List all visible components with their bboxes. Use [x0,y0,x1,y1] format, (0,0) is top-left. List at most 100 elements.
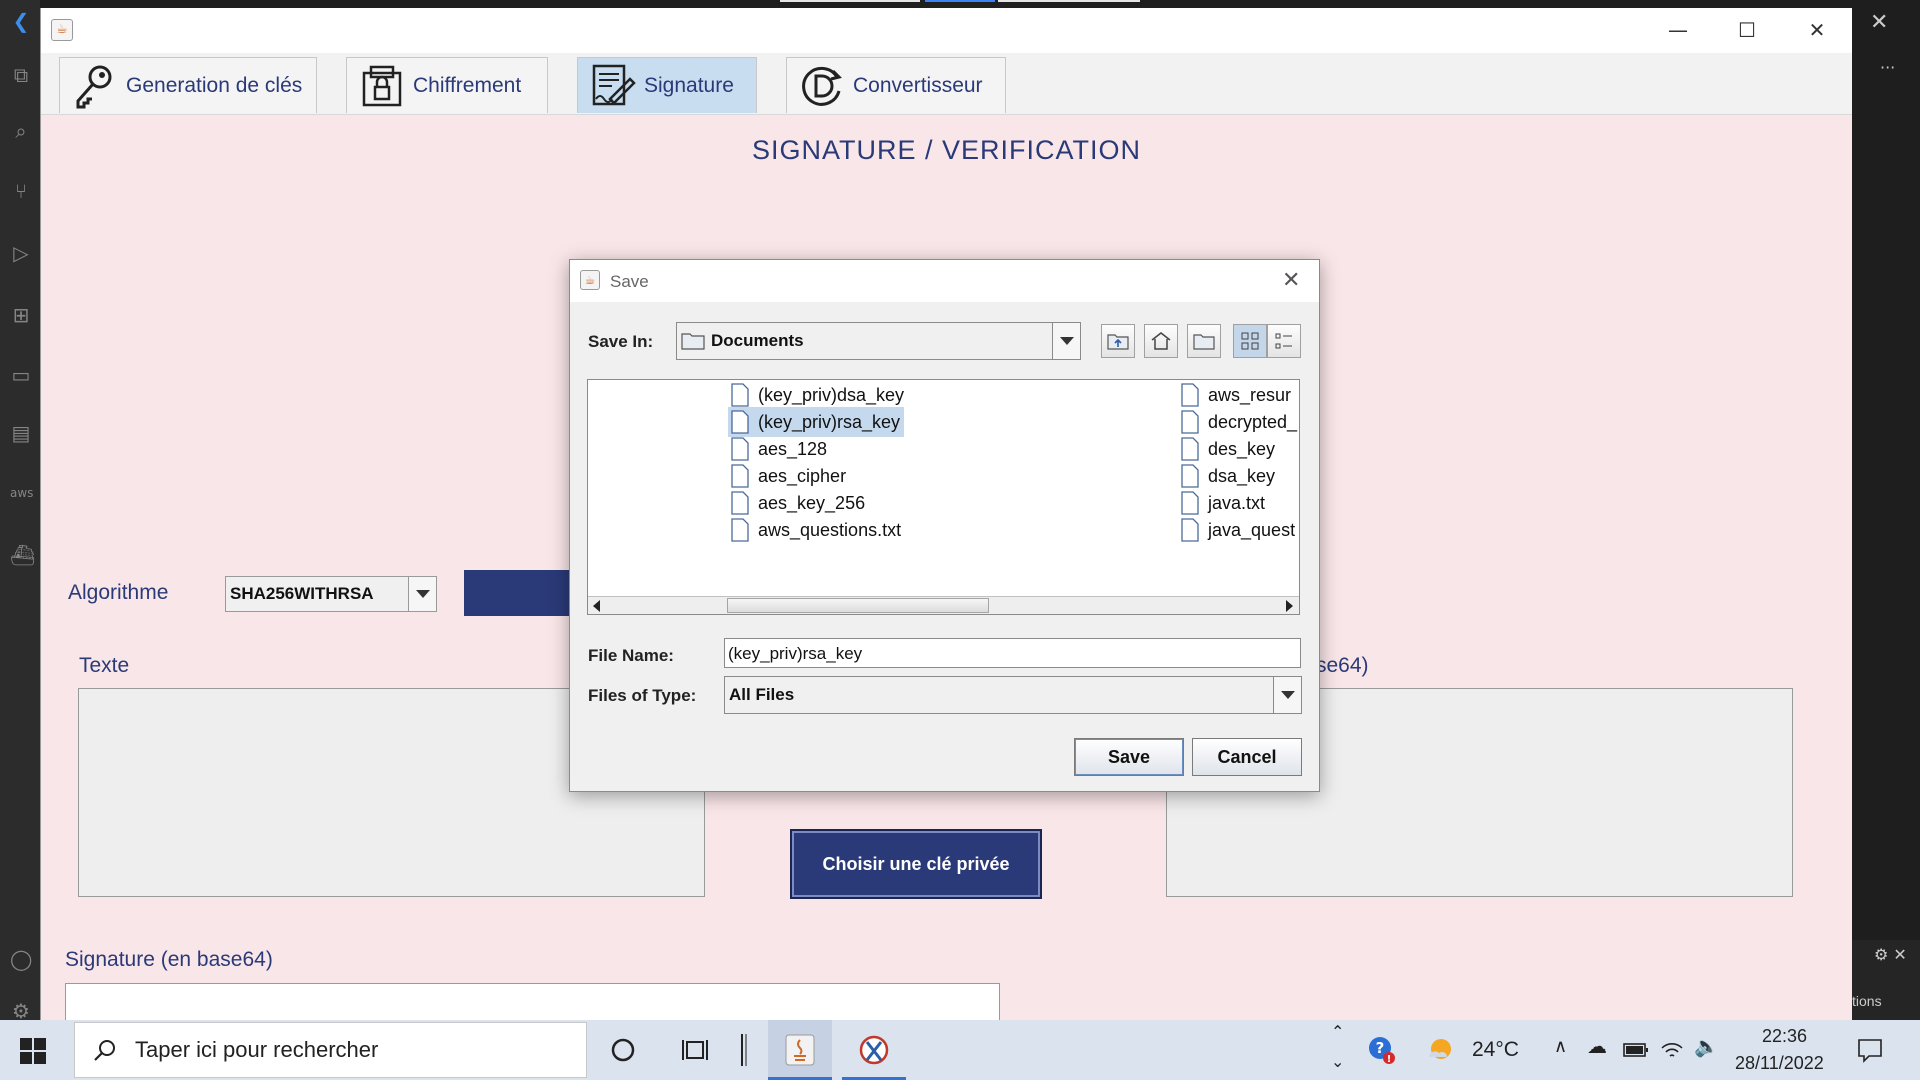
file-name-label: File Name: [588,646,674,665]
tray-scroll-down-icon[interactable]: ⌄ [1331,1052,1344,1071]
taskbar-search-box[interactable]: Taper ici pour rechercher [74,1022,587,1078]
file-item[interactable]: (key_priv)dsa_key [728,380,908,410]
file-item[interactable]: aws_questions.txt [728,515,905,545]
tab-signature[interactable]: Signature [577,57,757,113]
converter-icon [799,63,845,109]
file-icon [731,437,749,461]
file-icon [731,383,749,407]
tab-chiffrement[interactable]: Chiffrement [346,57,548,113]
file-list[interactable]: (key_priv)dsa_key (key_priv)rsa_key aes_… [587,379,1300,615]
vscode-logo-icon: ❮ [12,9,30,33]
home-icon[interactable] [1144,324,1178,358]
key-icon [72,63,118,109]
wifi-icon[interactable] [1656,1034,1688,1066]
snipping-tool-taskbar-app[interactable] [842,1020,906,1080]
file-name-input[interactable]: (key_priv)rsa_key [724,638,1301,668]
weather-icon[interactable] [1424,1034,1456,1066]
remote-explorer-icon[interactable]: ▭ [10,364,32,386]
horizontal-scrollbar[interactable] [588,596,1299,614]
save-dialog: ☕ Save ✕ Save In: Documents (key_priv)ds… [569,259,1320,792]
scroll-right-icon[interactable] [1284,600,1294,612]
signature-icon [590,63,636,109]
aws-icon[interactable]: aws [10,482,33,504]
vscode-more-icon[interactable]: ··· [1880,58,1895,77]
scroll-left-icon[interactable] [592,600,602,612]
choose-private-key-button[interactable]: Choisir une clé privée [790,829,1042,899]
file-item[interactable]: java_quest [1178,515,1299,545]
help-alert-icon[interactable]: ?! [1366,1034,1398,1066]
extensions-icon[interactable]: ⊞ [10,304,32,326]
windows-start-icon[interactable] [20,1038,46,1064]
taskbar: Taper ici pour rechercher ⌃ ⌄ ?! 24°C ∧ … [0,1020,1920,1080]
file-type-select[interactable]: All Files [724,676,1302,714]
save-in-label: Save In: [588,332,654,351]
tab-generation-de-cles[interactable]: Generation de clés [59,57,317,113]
details-view-icon[interactable] [1267,324,1301,358]
new-folder-icon[interactable] [1187,324,1221,358]
java-taskbar-app[interactable] [768,1020,832,1080]
java-app-icon: ☕ [580,270,600,290]
up-one-level-icon[interactable] [1101,324,1135,358]
chevron-down-icon[interactable] [1052,323,1080,359]
file-item[interactable]: aes_cipher [728,461,850,491]
file-icon [1181,491,1199,515]
maximize-button[interactable]: ☐ [1727,18,1767,42]
save-in-select-value: Documents [711,331,804,350]
file-item[interactable]: decrypted_ [1178,407,1299,437]
account-icon[interactable]: ◯ [10,948,32,970]
clock-time[interactable]: 22:36 [1762,1026,1807,1047]
close-button[interactable]: ✕ [1797,18,1837,42]
file-item[interactable]: aes_128 [728,434,831,464]
scrollbar-thumb[interactable] [727,598,989,613]
settings-gear-icon[interactable]: ⚙ [10,1000,32,1022]
tab-bar: Generation de clés Chiffrement Signature… [41,53,1852,115]
onedrive-icon[interactable]: ☁ [1587,1034,1607,1058]
file-item[interactable]: java.txt [1178,488,1269,518]
volume-icon[interactable]: 🔈 [1694,1034,1719,1058]
vscode-panel-close-icon[interactable]: ⚙ ✕ [1874,945,1907,964]
explorer-icon[interactable]: ⧉ [10,64,32,86]
file-item[interactable]: des_key [1178,434,1279,464]
vscode-close-icon[interactable]: ✕ [1870,10,1888,35]
minimize-button[interactable]: — [1658,18,1698,42]
task-view-icon[interactable] [679,1034,711,1066]
docker-icon[interactable]: ⛴ [10,544,35,566]
dialog-close-icon[interactable]: ✕ [1282,268,1300,293]
show-hidden-icons-icon[interactable]: ∧ [1554,1036,1567,1057]
java-icon [785,1034,815,1066]
run-debug-icon[interactable]: ▷ [10,242,32,264]
cortana-icon[interactable] [607,1034,639,1066]
search-icon[interactable]: ⌕ [10,120,32,142]
file-item[interactable]: dsa_key [1178,461,1279,491]
file-item-selected[interactable]: (key_priv)rsa_key [728,407,905,437]
save-in-select[interactable]: Documents [676,322,1081,360]
svg-text:?: ? [1376,1039,1385,1057]
file-icon [1181,437,1199,461]
tray-scroll-up-icon[interactable]: ⌃ [1331,1022,1344,1041]
save-button[interactable]: Save [1074,738,1184,776]
chevron-down-icon[interactable] [408,577,436,611]
signature-base64-field[interactable] [65,983,1000,1020]
temperature[interactable]: 24°C [1472,1038,1519,1062]
notifications-icon[interactable] [1854,1034,1886,1066]
algorithm-select[interactable]: SHA256WITHRSA [225,576,437,612]
list-view-icon[interactable] [1233,324,1267,358]
file-type-select-value: All Files [729,685,795,704]
battery-icon[interactable] [1620,1034,1652,1066]
cancel-button[interactable]: Cancel [1192,738,1302,776]
signature-output-label: se64) [1316,654,1369,677]
dialog-titlebar: ☕ Save ✕ [570,260,1319,302]
book-icon[interactable]: ▤ [10,422,32,444]
file-item[interactable]: aes_key_256 [728,488,869,518]
dialog-title: Save [610,272,649,291]
lock-icon [359,63,405,109]
vscode-tab-indicator [998,0,1140,2]
tab-label: Convertisseur [853,73,983,97]
source-control-icon[interactable]: ⑂ [10,180,32,202]
vscode-editor-area [1852,0,1920,1020]
file-item[interactable]: aws_resur [1178,380,1295,410]
chevron-down-icon[interactable] [1273,677,1301,713]
tab-convertisseur[interactable]: Convertisseur [786,57,1006,113]
clock-date[interactable]: 28/11/2022 [1735,1053,1824,1074]
file-icon [1181,518,1199,542]
